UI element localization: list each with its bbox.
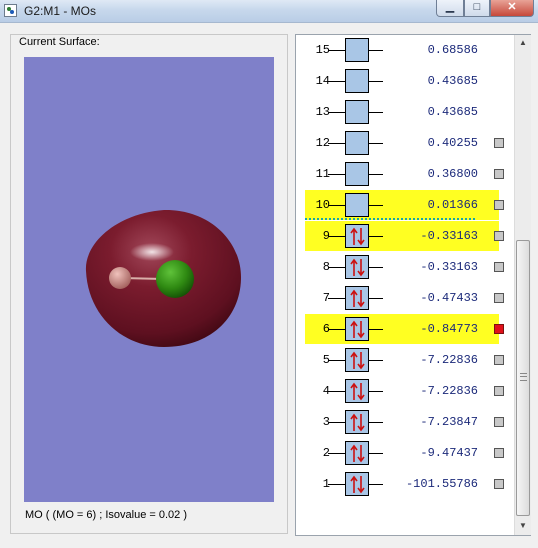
spin-down-arrow-icon bbox=[357, 352, 365, 370]
surface-checkbox[interactable] bbox=[494, 200, 504, 210]
mo-energy-value: -0.33163 bbox=[420, 229, 478, 243]
spin-down-arrow-icon bbox=[357, 228, 365, 246]
mo-row[interactable]: 15 0.68586 bbox=[305, 35, 499, 65]
spin-down-arrow-icon bbox=[357, 290, 365, 308]
homo-lumo-divider bbox=[305, 218, 475, 220]
maximize-button[interactable]: □ bbox=[464, 0, 490, 17]
orbital-box[interactable] bbox=[345, 286, 369, 310]
mo-energy-value: 0.43685 bbox=[427, 105, 478, 119]
mo-energy-value: -101.55786 bbox=[405, 477, 478, 491]
mo-row[interactable]: 12 0.40255 bbox=[305, 128, 504, 158]
chlorine-atom bbox=[156, 260, 194, 298]
orbital-box[interactable] bbox=[345, 472, 369, 496]
mo-energy-value: 0.68586 bbox=[427, 43, 478, 57]
spin-down-arrow-icon bbox=[357, 476, 365, 494]
molecule-app-icon[interactable] bbox=[4, 4, 17, 17]
orbital-box[interactable] bbox=[345, 131, 369, 155]
surface-checkbox[interactable] bbox=[494, 231, 504, 241]
minimize-button[interactable]: ▁ bbox=[436, 0, 464, 17]
mo-energy-list[interactable]: 15 0.68586 14 0.43685 13 0.43685 12 0.40255 11 0.… bbox=[295, 34, 531, 536]
surface-checkbox[interactable] bbox=[494, 138, 504, 148]
orbital-box[interactable] bbox=[345, 441, 369, 465]
vertical-scrollbar[interactable]: ▲ ▼ bbox=[514, 35, 531, 535]
orbital-box[interactable] bbox=[345, 224, 369, 248]
orbital-box[interactable] bbox=[345, 410, 369, 434]
mo-row[interactable]: 4 -7.22836 bbox=[305, 376, 504, 406]
mo-window: G2:M1 - MOs ▁ □ ✕ Current Surface: MO (… bbox=[0, 0, 538, 548]
title-bar[interactable]: G2:M1 - MOs ▁ □ ✕ bbox=[0, 0, 538, 23]
scroll-thumb[interactable] bbox=[516, 240, 530, 516]
spin-down-arrow-icon bbox=[357, 445, 365, 463]
mo-row[interactable]: 3 -7.23847 bbox=[305, 407, 504, 437]
spin-down-arrow-icon bbox=[357, 414, 365, 432]
scroll-up-arrow-icon[interactable]: ▲ bbox=[515, 35, 531, 51]
close-button[interactable]: ✕ bbox=[490, 0, 534, 17]
surface-checkbox[interactable] bbox=[494, 417, 504, 427]
mo-energy-value: -9.47437 bbox=[420, 446, 478, 460]
mo-energy-value: -0.33163 bbox=[420, 260, 478, 274]
mo-energy-value: 0.01366 bbox=[427, 198, 478, 212]
mo-row[interactable]: 7 -0.47433 bbox=[305, 283, 504, 313]
scroll-grip-icon bbox=[520, 373, 527, 381]
current-surface-label: Current Surface: bbox=[17, 36, 102, 48]
mo-row[interactable]: 2 -9.47437 bbox=[305, 438, 504, 468]
orbital-box[interactable] bbox=[345, 193, 369, 217]
mo-row[interactable]: 5 -7.22836 bbox=[305, 345, 504, 375]
orbital-box[interactable] bbox=[345, 69, 369, 93]
mo-energy-value: 0.36800 bbox=[427, 167, 478, 181]
mo-energy-value: -7.22836 bbox=[420, 384, 478, 398]
mo-energy-value: 0.43685 bbox=[427, 74, 478, 88]
hydrogen-atom bbox=[109, 267, 131, 289]
orbital-box[interactable] bbox=[345, 379, 369, 403]
surface-checkbox[interactable] bbox=[494, 169, 504, 179]
surface-checkbox[interactable] bbox=[494, 386, 504, 396]
orbital-box[interactable] bbox=[345, 255, 369, 279]
surface-checkbox[interactable] bbox=[494, 262, 504, 272]
orbital-box[interactable] bbox=[345, 100, 369, 124]
surface-checkbox[interactable] bbox=[494, 479, 504, 489]
surface-selected-checkbox[interactable] bbox=[494, 324, 504, 334]
orbital-box[interactable] bbox=[345, 348, 369, 372]
surface-highlight bbox=[130, 243, 174, 261]
mo-row[interactable]: 11 0.36800 bbox=[305, 159, 504, 189]
surface-checkbox[interactable] bbox=[494, 293, 504, 303]
surface-checkbox[interactable] bbox=[494, 448, 504, 458]
mo-energy-value: 0.40255 bbox=[427, 136, 478, 150]
mo-row[interactable]: 1 -101.55786 bbox=[305, 469, 504, 499]
mo-energy-value: -0.47433 bbox=[420, 291, 478, 305]
window-title: G2:M1 - MOs bbox=[24, 4, 97, 18]
orbital-box[interactable] bbox=[345, 38, 369, 62]
orbital-box[interactable] bbox=[345, 317, 369, 341]
mo-isosurface[interactable] bbox=[24, 57, 274, 502]
mo-isovalue-caption: MO ( (MO = 6) ; Isovalue = 0.02 ) bbox=[25, 509, 187, 521]
mo-energy-value: -7.23847 bbox=[420, 415, 478, 429]
mo-row[interactable]: 6 -0.84773 bbox=[305, 314, 504, 344]
mo-row[interactable]: 13 0.43685 bbox=[305, 97, 499, 127]
spin-down-arrow-icon bbox=[357, 383, 365, 401]
mo-row[interactable]: 9 -0.33163 bbox=[305, 221, 504, 251]
mo-row[interactable]: 8 -0.33163 bbox=[305, 252, 504, 282]
spin-down-arrow-icon bbox=[357, 321, 365, 339]
mo-row[interactable]: 10 0.01366 bbox=[305, 190, 504, 220]
surface-checkbox[interactable] bbox=[494, 355, 504, 365]
scroll-down-arrow-icon[interactable]: ▼ bbox=[515, 518, 531, 534]
molecule-viewport[interactable] bbox=[24, 57, 274, 502]
mo-energy-value: -7.22836 bbox=[420, 353, 478, 367]
spin-down-arrow-icon bbox=[357, 259, 365, 277]
mo-energy-value: -0.84773 bbox=[420, 322, 478, 336]
orbital-box[interactable] bbox=[345, 162, 369, 186]
mo-row[interactable]: 14 0.43685 bbox=[305, 66, 499, 96]
